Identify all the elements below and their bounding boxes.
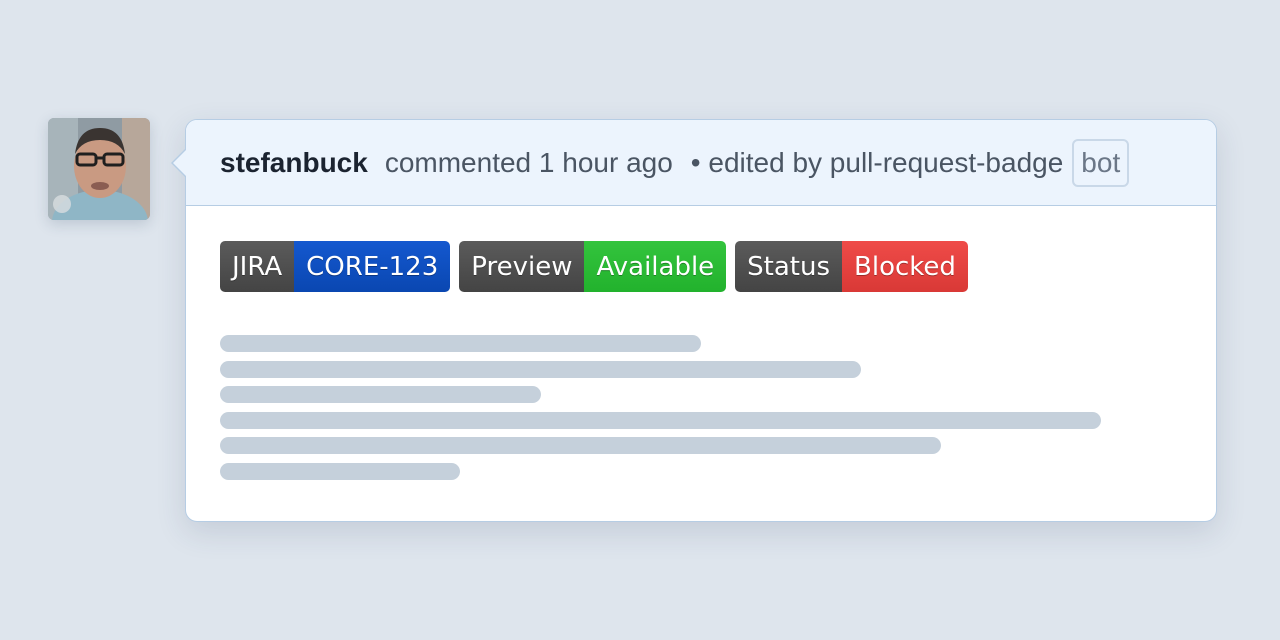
badge-key: Status bbox=[735, 241, 843, 292]
placeholder-line bbox=[220, 437, 941, 454]
avatar-photo bbox=[48, 118, 150, 220]
comment-caret-fill bbox=[173, 149, 187, 177]
edited-by-label[interactable]: • edited by pull-request-badge bbox=[691, 147, 1064, 179]
placeholder-line bbox=[220, 386, 541, 403]
placeholder-line bbox=[220, 411, 1101, 429]
badge-value: CORE-123 bbox=[294, 241, 451, 292]
placeholder-text-block bbox=[220, 335, 1216, 480]
user-avatar[interactable] bbox=[48, 118, 150, 220]
comment-card: stefanbuck commented 1 hour ago • edited… bbox=[171, 119, 1217, 522]
jira-badge[interactable]: JIRA CORE-123 bbox=[220, 241, 451, 292]
badge-value: Available bbox=[584, 241, 727, 292]
status-badge[interactable]: Status Blocked bbox=[735, 241, 968, 292]
placeholder-line bbox=[220, 335, 701, 352]
bot-badge: bot bbox=[1072, 138, 1130, 187]
badge-value: Blocked bbox=[842, 241, 968, 292]
comment-timestamp[interactable]: commented 1 hour ago bbox=[385, 147, 673, 179]
placeholder-line bbox=[220, 462, 460, 480]
badge-row: JIRA CORE-123 Preview Available Status B… bbox=[220, 241, 1216, 292]
comment-body: JIRA CORE-123 Preview Available Status B… bbox=[186, 206, 1216, 480]
badge-key: JIRA bbox=[220, 241, 295, 292]
badge-key: Preview bbox=[459, 241, 585, 292]
author-name[interactable]: stefanbuck bbox=[220, 147, 368, 179]
placeholder-line bbox=[220, 360, 861, 378]
preview-badge[interactable]: Preview Available bbox=[459, 241, 727, 292]
comment-header: stefanbuck commented 1 hour ago • edited… bbox=[186, 120, 1216, 206]
